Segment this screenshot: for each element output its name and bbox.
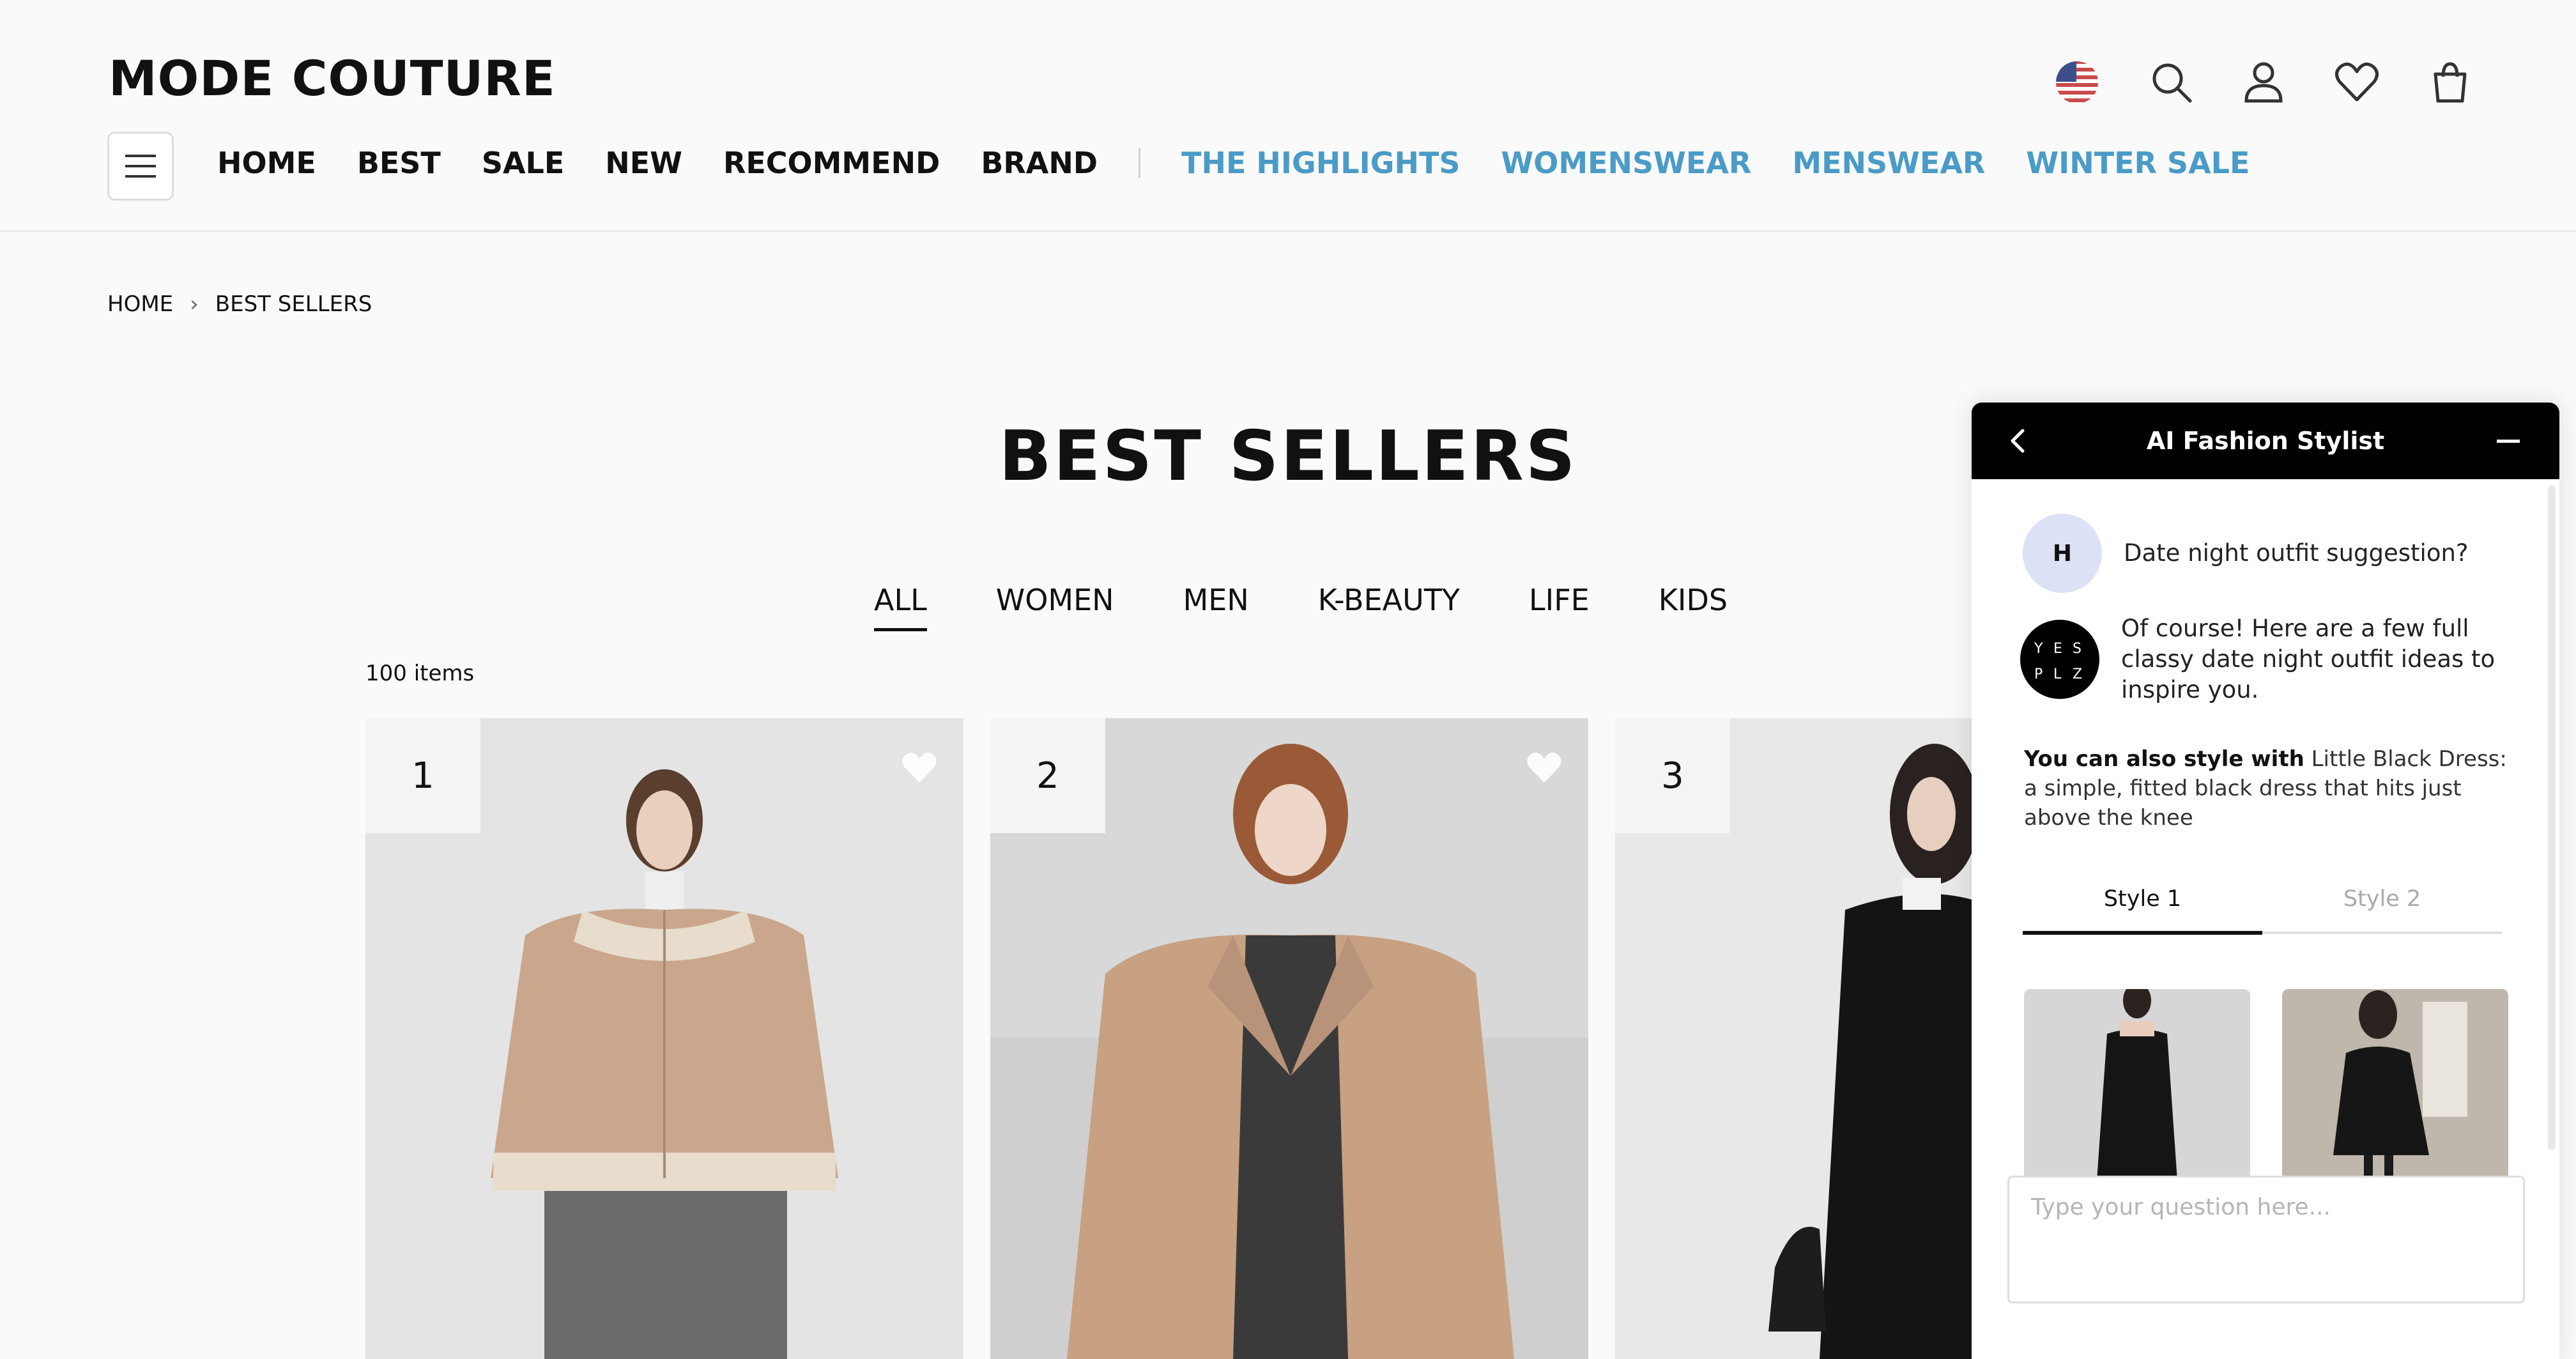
chat-title: AI Fashion Stylist — [2146, 427, 2385, 455]
wishlist-heart-icon[interactable] — [1524, 750, 1564, 786]
rank-badge: 3 — [1615, 718, 1730, 833]
nav-brand[interactable]: BRAND — [981, 146, 1098, 180]
nav-divider — [1138, 148, 1141, 178]
user-avatar: H — [2023, 514, 2102, 593]
nav-womenswear[interactable]: WOMENSWEAR — [1501, 146, 1751, 180]
user-icon[interactable] — [2241, 60, 2286, 105]
main-nav: HOME BEST SALE NEW RECOMMEND BRAND THE H… — [217, 146, 2290, 180]
rank-badge: 2 — [990, 718, 1105, 833]
outfit-thumbnail[interactable] — [2282, 989, 2508, 1181]
style-suggestion: You can also style with Little Black Dre… — [2024, 745, 2516, 833]
item-count: 100 items — [365, 661, 475, 686]
outfit-thumbnail[interactable] — [2024, 989, 2250, 1181]
tab-all[interactable]: ALL — [874, 583, 927, 631]
chevron-right-icon: › — [190, 291, 199, 317]
rank-badge: 1 — [365, 718, 480, 833]
tab-life[interactable]: LIFE — [1529, 583, 1590, 617]
user-message: H Date night outfit suggestion? — [2023, 514, 2469, 593]
nav-the-highlights[interactable]: THE HIGHLIGHTS — [1181, 146, 1460, 180]
nav-best[interactable]: BEST — [357, 146, 441, 180]
breadcrumb-current: BEST SELLERS — [215, 291, 372, 317]
chat-scrollbar[interactable] — [2548, 486, 2556, 1150]
category-tabs: ALL WOMEN MEN K-BEAUTY LIFE KIDS — [874, 583, 1797, 631]
svg-text:Y: Y — [2034, 641, 2043, 657]
svg-text:P: P — [2034, 666, 2043, 682]
chevron-left-icon[interactable] — [2005, 427, 2030, 455]
heart-icon[interactable] — [2334, 61, 2379, 104]
outfit-image — [2024, 989, 2250, 1181]
breadcrumb: HOME › BEST SELLERS — [107, 291, 372, 317]
bot-message: Y E S P L Z Of course! Here are a few fu… — [2020, 613, 2524, 705]
wishlist-heart-icon[interactable] — [900, 750, 939, 786]
svg-text:S: S — [2073, 641, 2082, 657]
nav-menswear[interactable]: MENSWEAR — [1792, 146, 1985, 180]
search-icon[interactable] — [2149, 60, 2194, 105]
product-card[interactable]: 1 — [365, 718, 963, 1359]
user-message-text: Date night outfit suggestion? — [2124, 539, 2469, 567]
minimize-icon[interactable] — [2497, 440, 2520, 443]
nav-sale[interactable]: SALE — [482, 146, 564, 180]
style-tabs: Style 1 Style 2 — [2023, 879, 2502, 935]
tab-style-2[interactable]: Style 2 — [2262, 879, 2502, 932]
tab-kids[interactable]: KIDS — [1659, 583, 1728, 617]
nav-home[interactable]: HOME — [217, 146, 316, 180]
site-header: MODE COUTURE HOME BEST SALE NEW RECOMMEN… — [0, 0, 2576, 232]
svg-text:L: L — [2053, 666, 2062, 682]
tab-k-beauty[interactable]: K-BEAUTY — [1318, 583, 1460, 617]
tab-women[interactable]: WOMEN — [996, 583, 1114, 617]
svg-text:Z: Z — [2073, 666, 2082, 682]
bot-message-text: Of course! Here are a few full classy da… — [2121, 615, 2496, 704]
hamburger-menu-button[interactable] — [107, 132, 174, 201]
nav-new[interactable]: NEW — [605, 146, 682, 180]
site-logo[interactable]: MODE COUTURE — [109, 50, 556, 107]
hamburger-icon — [125, 155, 156, 178]
yesplz-logo-avatar: Y E S P L Z — [2020, 620, 2099, 700]
svg-text:E: E — [2053, 641, 2062, 657]
chat-input[interactable]: Type your question here... — [2007, 1176, 2525, 1303]
nav-recommend[interactable]: RECOMMEND — [723, 146, 940, 180]
us-flag-icon[interactable] — [2055, 60, 2099, 105]
tab-men[interactable]: MEN — [1183, 583, 1249, 617]
nav-winter-sale[interactable]: WINTER SALE — [2026, 146, 2250, 180]
outfit-image — [2282, 989, 2508, 1181]
product-card[interactable]: 2 — [990, 718, 1588, 1359]
ai-stylist-chat-panel: AI Fashion Stylist H Date night outfit s… — [1972, 403, 2559, 1359]
tab-style-1[interactable]: Style 1 — [2023, 879, 2262, 935]
shopping-bag-icon[interactable] — [2428, 60, 2472, 105]
chat-header: AI Fashion Stylist — [1972, 403, 2559, 479]
style-suggestion-lead: You can also style with — [2024, 746, 2304, 772]
breadcrumb-home[interactable]: HOME — [107, 291, 173, 317]
